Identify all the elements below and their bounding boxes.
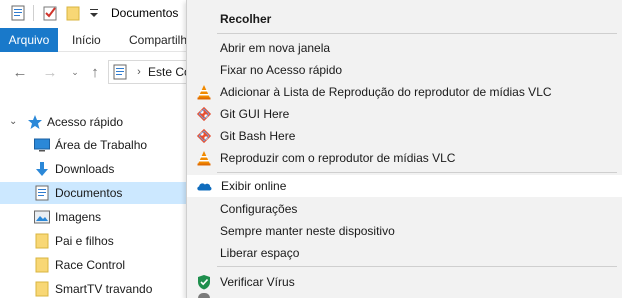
- tree-item-quick-access[interactable]: ⌄ Acesso rápido: [0, 111, 186, 133]
- menu-separator: [217, 33, 617, 34]
- onedrive-icon: [196, 178, 212, 194]
- tree-label: Área de Trabalho: [55, 138, 148, 152]
- folder-icon: [34, 233, 50, 249]
- breadcrumb-chevron-icon[interactable]: ›: [131, 64, 147, 80]
- menu-item-git-bash[interactable]: Git Bash Here: [187, 125, 622, 147]
- window-title: Documentos: [111, 6, 179, 20]
- this-pc-icon: [112, 64, 128, 80]
- vlc-icon: [196, 150, 212, 166]
- tree-item-downloads[interactable]: Downloads: [0, 158, 186, 180]
- menu-item-vlc-add-playlist[interactable]: Adicionar à Lista de Reprodução do repro…: [187, 81, 622, 103]
- menu-separator: [217, 172, 617, 173]
- menu-separator: [217, 266, 617, 267]
- menu-item-label: Reproduzir com o reprodutor de mídias VL…: [220, 151, 456, 165]
- properties-icon[interactable]: [10, 5, 26, 21]
- customize-toolbar-icon[interactable]: [86, 5, 102, 21]
- menu-item-label: Liberar espaço: [220, 246, 300, 260]
- menu-item-vlc-play[interactable]: Reproduzir com o reprodutor de mídias VL…: [187, 147, 622, 169]
- tree-item-desktop[interactable]: Área de Trabalho: [0, 134, 186, 156]
- partial-menu-icon: [198, 293, 210, 298]
- documents-icon: [34, 185, 50, 201]
- tree-label: Downloads: [55, 162, 115, 176]
- download-icon: [34, 161, 50, 177]
- menu-item-label: Git GUI Here: [220, 107, 290, 121]
- menu-item-view-online[interactable]: Exibir online: [187, 175, 622, 197]
- toolbar-separator: [33, 5, 34, 21]
- tree-label: Pai e filhos: [55, 234, 114, 248]
- folder-icon: [34, 257, 50, 273]
- desktop-icon: [34, 137, 50, 153]
- vlc-icon: [196, 84, 212, 100]
- menu-item-label: Adicionar à Lista de Reprodução do repro…: [220, 85, 552, 99]
- menu-item-label: Configurações: [220, 202, 298, 216]
- menu-item-always-keep[interactable]: Sempre manter neste dispositivo: [187, 220, 622, 242]
- tree-label: Imagens: [55, 210, 102, 224]
- recent-locations-icon[interactable]: ⌄: [67, 64, 83, 80]
- tab-inicio[interactable]: Início: [72, 33, 101, 47]
- tree-label: Race Control: [55, 258, 126, 272]
- context-menu: Recolher Abrir em nova janela Fixar no A…: [186, 0, 622, 298]
- address-path: Este Co: [148, 65, 191, 79]
- tab-compartilhar[interactable]: Compartilh: [129, 33, 187, 47]
- menu-item-settings[interactable]: Configurações: [187, 198, 622, 220]
- tree-item-smarttv[interactable]: SmartTV travando: [0, 278, 186, 298]
- menu-item-git-gui[interactable]: Git GUI Here: [187, 103, 622, 125]
- pictures-icon: [34, 209, 50, 225]
- tree-item-documents[interactable]: Documentos: [0, 182, 186, 204]
- tree-item-pai-e-filhos[interactable]: Pai e filhos: [0, 230, 186, 252]
- menu-item-label: Exibir online: [221, 179, 287, 193]
- forward-arrow-icon[interactable]: →: [42, 64, 58, 80]
- menu-item-free-space[interactable]: Liberar espaço: [187, 242, 622, 264]
- new-folder-icon[interactable]: [65, 5, 81, 21]
- tree-label: SmartTV travando: [55, 282, 153, 296]
- navigation-pane: ⌄ Acesso rápido Área de Trabalho Downloa…: [0, 92, 186, 298]
- star-icon: [27, 114, 43, 130]
- shield-icon: [196, 274, 212, 290]
- menu-item-label: Recolher: [220, 12, 272, 26]
- menu-item-label: Sempre manter neste dispositivo: [220, 224, 395, 238]
- git-icon: [196, 128, 212, 144]
- checkmark-icon[interactable]: [42, 5, 58, 21]
- menu-item-pin-quick-access[interactable]: Fixar no Acesso rápido: [187, 59, 622, 81]
- menu-item-label: Abrir em nova janela: [220, 41, 331, 55]
- menu-item-label: Verificar Vírus: [220, 275, 295, 289]
- git-icon: [196, 106, 212, 122]
- tab-arquivo[interactable]: Arquivo: [0, 28, 58, 52]
- menu-item-open-new-window[interactable]: Abrir em nova janela: [187, 37, 622, 59]
- folder-icon: [34, 281, 50, 297]
- back-arrow-icon[interactable]: ←: [12, 64, 28, 80]
- up-arrow-icon[interactable]: ↑: [87, 64, 103, 80]
- menu-item-recolher[interactable]: Recolher: [187, 8, 622, 30]
- tree-label: Acesso rápido: [47, 115, 124, 129]
- menu-item-label: Fixar no Acesso rápido: [220, 63, 343, 77]
- chevron-down-icon[interactable]: ⌄: [9, 117, 19, 127]
- tree-item-race-control[interactable]: Race Control: [0, 254, 186, 276]
- menu-item-scan-virus[interactable]: Verificar Vírus: [187, 271, 622, 293]
- tree-label: Documentos: [55, 186, 123, 200]
- menu-item-label: Git Bash Here: [220, 129, 296, 143]
- tree-item-pictures[interactable]: Imagens: [0, 206, 186, 228]
